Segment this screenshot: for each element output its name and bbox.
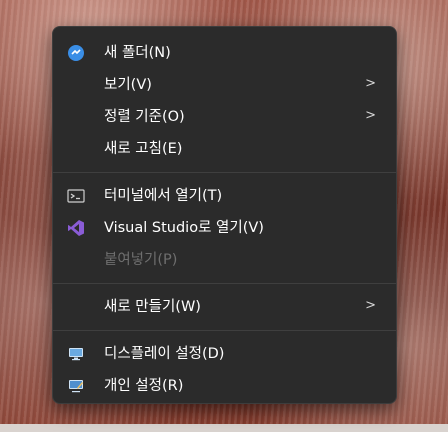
chevron-right-icon: >	[365, 298, 376, 313]
menu-item-label: 새로 고침(E)	[104, 141, 183, 157]
menu-item-view[interactable]: 보기(V) >	[57, 69, 392, 101]
taskbar-edge	[0, 424, 448, 432]
menu-item-paste: 붙여넣기(P)	[57, 244, 392, 276]
new-folder-icon	[67, 44, 85, 62]
visual-studio-icon	[67, 219, 85, 237]
chevron-right-icon: >	[365, 76, 376, 91]
menu-item-new-folder[interactable]: 새 폴더(N)	[57, 37, 392, 69]
menu-item-refresh[interactable]: 새로 고침(E)	[57, 133, 392, 165]
desktop-context-menu: 새 폴더(N) 보기(V) > 정렬 기준(O) > 새로 고침(E) 터미널에…	[52, 26, 397, 404]
menu-item-label: 정렬 기준(O)	[104, 109, 185, 125]
menu-item-open-with-visual-studio[interactable]: Visual Studio로 열기(V)	[57, 212, 392, 244]
menu-item-open-in-terminal[interactable]: 터미널에서 열기(T)	[57, 180, 392, 212]
menu-item-sort-by[interactable]: 정렬 기준(O) >	[57, 101, 392, 133]
display-icon	[67, 345, 85, 363]
menu-item-label: 터미널에서 열기(T)	[104, 188, 223, 204]
terminal-icon	[67, 187, 85, 205]
menu-item-label: 보기(V)	[104, 77, 152, 93]
menu-item-label: 새로 만들기(W)	[104, 299, 201, 315]
menu-item-display-settings[interactable]: 디스플레이 설정(D)	[57, 338, 392, 370]
menu-separator	[53, 283, 396, 284]
menu-item-label: 붙여넣기(P)	[104, 252, 178, 268]
menu-separator	[53, 330, 396, 331]
menu-item-label: Visual Studio로 열기(V)	[104, 220, 264, 236]
menu-item-personalize[interactable]: 개인 설정(R)	[57, 370, 392, 402]
menu-item-label: 새 폴더(N)	[104, 45, 171, 61]
personalize-icon	[67, 377, 85, 395]
menu-separator	[53, 172, 396, 173]
chevron-right-icon: >	[365, 108, 376, 123]
menu-item-label: 개인 설정(R)	[104, 378, 184, 394]
menu-item-new[interactable]: 새로 만들기(W) >	[57, 291, 392, 323]
menu-item-label: 디스플레이 설정(D)	[104, 346, 225, 362]
